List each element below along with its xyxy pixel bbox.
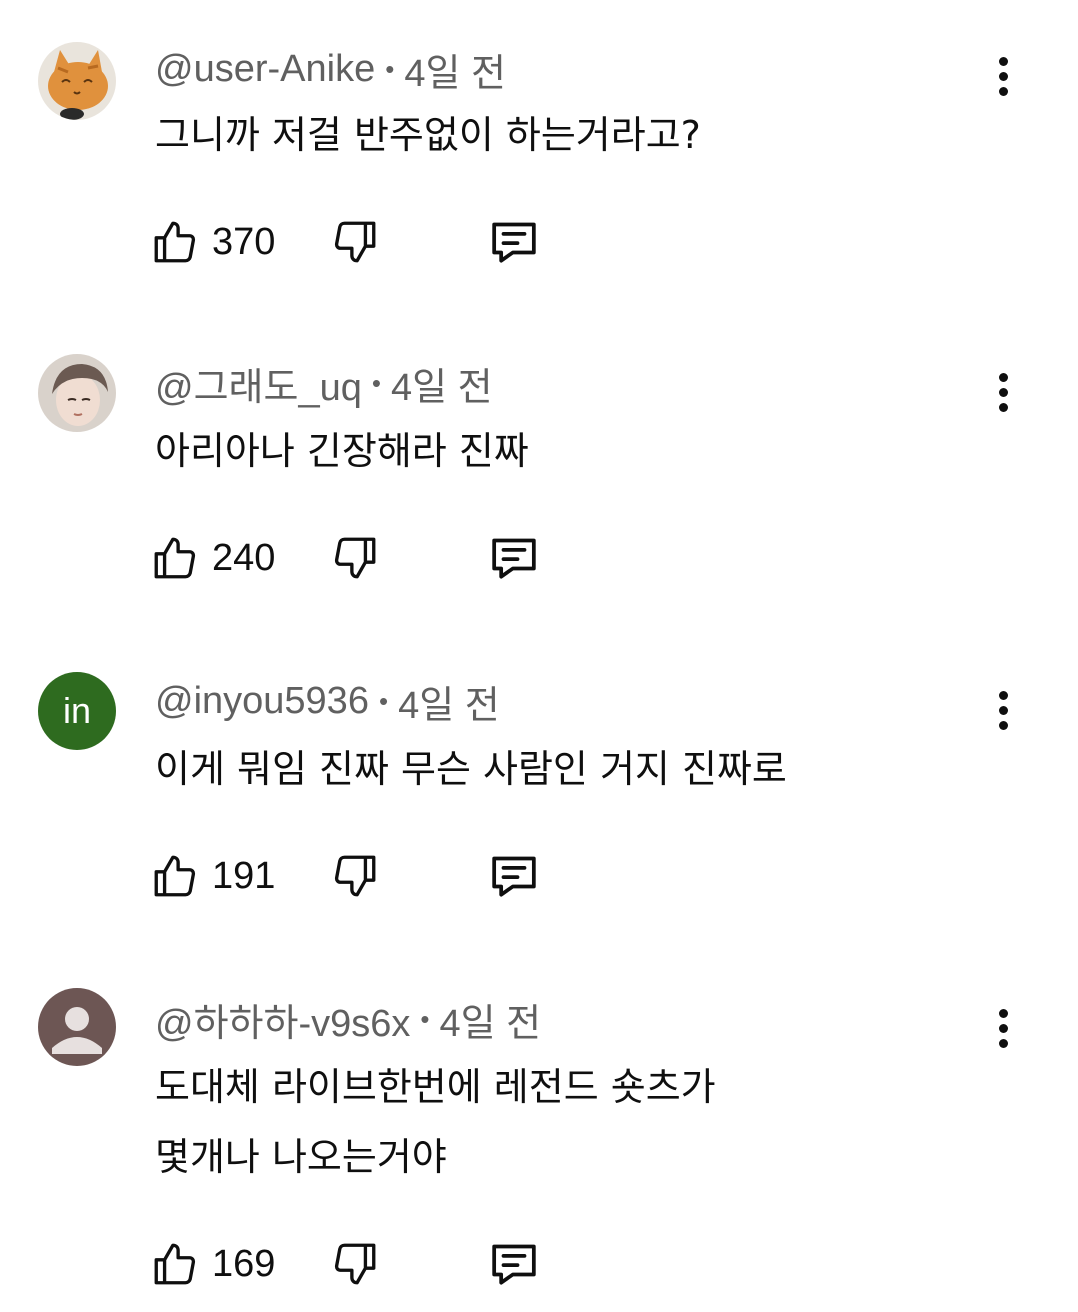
thumbs-up-icon: [154, 537, 196, 579]
dislike-button[interactable]: [330, 1234, 380, 1294]
comment-text: 도대체 라이브한번에 레전드 숏츠가 몇개나 나오는거야: [155, 1065, 716, 1179]
reply-comment-icon: [492, 856, 536, 897]
like-count: 370: [212, 220, 276, 263]
timestamp: 4일 전: [390, 366, 493, 409]
more-dot: [998, 86, 1008, 96]
comment-actions: 240: [150, 528, 570, 588]
more-dot: [998, 387, 1008, 397]
avatar[interactable]: [38, 354, 116, 432]
thumbs-up-icon: [154, 855, 196, 897]
comment-meta: @하하하-v9s6x • 4일 전: [155, 992, 542, 1047]
like-button[interactable]: 240: [150, 528, 275, 588]
more-options-button[interactable]: [984, 362, 1022, 422]
more-options-icon: [998, 372, 1008, 382]
comment-meta: @user-Anike • 4일 전: [155, 44, 506, 95]
more-options-icon: [998, 56, 1008, 66]
separator: •: [385, 53, 395, 84]
more-options-icon: [998, 690, 1008, 700]
avatar-initials: in: [62, 690, 92, 731]
more-dot: [998, 705, 1008, 715]
like-button[interactable]: 191: [150, 846, 275, 906]
author-name[interactable]: @하하하-v9s6x: [155, 992, 410, 1047]
more-dot: [998, 71, 1008, 81]
thumbs-down-icon: [334, 1243, 376, 1285]
more-dot: [998, 720, 1008, 730]
comment-actions: 169: [150, 1234, 570, 1294]
more-options-button[interactable]: [984, 46, 1022, 106]
more-options-icon: [998, 1008, 1008, 1018]
dislike-button[interactable]: [330, 528, 380, 588]
reply-button[interactable]: [486, 846, 542, 906]
author-name[interactable]: @user-Anike: [155, 48, 375, 91]
avatar[interactable]: in: [38, 672, 116, 750]
more-dot: [998, 1038, 1008, 1048]
person-photo-avatar-icon: [38, 354, 116, 432]
avatar[interactable]: [38, 988, 116, 1066]
comment-actions: 370: [150, 212, 570, 272]
thumbs-down-icon: [334, 855, 376, 897]
reply-button[interactable]: [486, 212, 542, 272]
more-options-button[interactable]: [984, 680, 1022, 740]
comment-text: 이게 뭐임 진짜 무슨 사람인 거지 진짜로: [155, 747, 787, 791]
author-name[interactable]: @inyou5936: [155, 680, 369, 723]
more-options-button[interactable]: [984, 998, 1022, 1058]
separator: •: [420, 1003, 430, 1034]
reply-comment-icon: [492, 538, 536, 579]
reply-button[interactable]: [486, 528, 542, 588]
comment-meta: @그래도_uq • 4일 전: [155, 356, 493, 411]
like-button[interactable]: 169: [150, 1234, 275, 1294]
separator: •: [371, 367, 381, 398]
timestamp: 4일 전: [398, 684, 500, 727]
timestamp: 4일 전: [439, 1002, 542, 1045]
cat-plush-avatar-icon: [38, 42, 116, 120]
reply-comment-icon: [492, 222, 536, 263]
thumbs-down-icon: [334, 221, 376, 263]
default-person-avatar-icon: [38, 988, 116, 1066]
comment-text: 아리아나 긴장해라 진짜: [155, 429, 529, 473]
like-count: 169: [212, 1242, 276, 1285]
comment-meta: @inyou5936 • 4일 전: [155, 676, 500, 727]
reply-button[interactable]: [486, 1234, 542, 1294]
timestamp: 4일 전: [404, 52, 506, 95]
like-count: 240: [212, 536, 276, 579]
thumbs-up-icon: [154, 221, 196, 263]
thumbs-down-icon: [334, 537, 376, 579]
like-count: 191: [212, 854, 276, 897]
avatar[interactable]: [38, 42, 116, 120]
dislike-button[interactable]: [330, 846, 380, 906]
more-dot: [998, 402, 1008, 412]
reply-comment-icon: [492, 1244, 536, 1285]
comment-text: 그니까 저걸 반주없이 하는거라고?: [155, 113, 701, 157]
more-dot: [998, 1023, 1008, 1033]
thumbs-up-icon: [154, 1243, 196, 1285]
comment-actions: 191: [150, 846, 570, 906]
separator: •: [378, 685, 389, 716]
author-name[interactable]: @그래도_uq: [155, 356, 362, 411]
dislike-button[interactable]: [330, 212, 380, 272]
like-button[interactable]: 370: [150, 212, 275, 272]
